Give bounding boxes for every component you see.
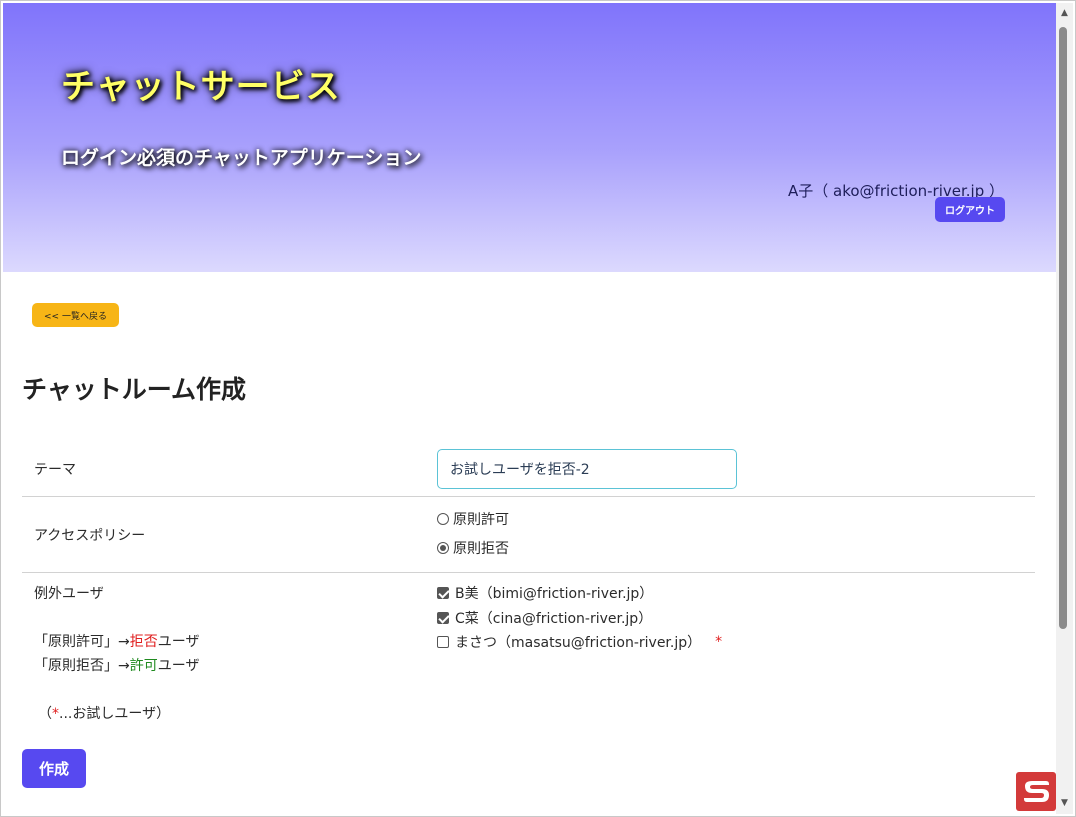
radio-allow[interactable] — [437, 513, 449, 525]
theme-label: テーマ — [34, 462, 76, 478]
allow-note: 「原則許可」→拒否ユーザ — [34, 631, 199, 651]
scrollbar-thumb[interactable] — [1059, 27, 1067, 629]
deny-note-suffix: ユーザ — [157, 658, 200, 674]
room-form: テーマ アクセスポリシー 原則許可 原則拒否 例外ユーザ 「原則許可」→拒否ユー… — [22, 437, 1035, 729]
trial-user-legend: （*...お試しユーザ） — [38, 703, 170, 723]
legend-text: ...お試しユーザ） — [59, 706, 171, 722]
allow-note-suffix: ユーザ — [157, 634, 200, 650]
scroll-down-icon[interactable]: ▼ — [1059, 798, 1070, 808]
back-to-list-button[interactable]: << 一覧へ戻る — [32, 303, 119, 327]
deny-note-highlight: 許可 — [129, 658, 158, 674]
allow-note-highlight: 拒否 — [129, 634, 158, 650]
exception-user-label: C菜（cina@friction-river.jp） — [455, 611, 653, 627]
deny-note: 「原則拒否」→許可ユーザ — [34, 655, 199, 675]
checkbox-masatsu[interactable] — [437, 636, 449, 648]
policy-option-allow[interactable]: 原則許可 — [437, 509, 509, 529]
exception-user-item[interactable]: C菜（cina@friction-river.jp） — [437, 608, 652, 628]
exception-user-item[interactable]: B美（bimi@friction-river.jp） — [437, 583, 653, 603]
checkbox-cina[interactable] — [437, 612, 449, 624]
site-title: チャットサービス — [61, 67, 341, 107]
page-title: チャットルーム作成 — [22, 375, 247, 404]
exception-users-label: 例外ユーザ — [34, 586, 104, 602]
create-button[interactable]: 作成 — [22, 749, 86, 788]
exception-user-label: まさつ（masatsu@friction-river.jp） — [455, 635, 702, 651]
exception-user-item[interactable]: まさつ（masatsu@friction-river.jp） * — [437, 632, 722, 652]
allow-note-prefix: 「原則許可」→ — [34, 634, 130, 650]
checkbox-bimi[interactable] — [437, 587, 449, 599]
access-policy-row: アクセスポリシー 原則許可 原則拒否 — [22, 497, 1035, 573]
page-header: チャットサービス ログイン必須のチャットアプリケーション A子（ ako@fri… — [3, 3, 1056, 272]
logout-button[interactable]: ログアウト — [935, 197, 1005, 222]
exception-users-row: 例外ユーザ 「原則許可」→拒否ユーザ 「原則拒否」→許可ユーザ （*...お試し… — [22, 573, 1035, 729]
exception-user-label: B美（bimi@friction-river.jp） — [455, 586, 654, 602]
theme-input[interactable] — [437, 449, 737, 489]
site-subtitle: ログイン必須のチャットアプリケーション — [61, 147, 422, 169]
theme-row: テーマ — [22, 437, 1035, 497]
policy-option-deny[interactable]: 原則拒否 — [437, 538, 509, 558]
access-policy-label: アクセスポリシー — [34, 528, 146, 544]
trial-user-mark: * — [715, 634, 723, 650]
radio-deny[interactable] — [437, 542, 449, 554]
deny-note-prefix: 「原則拒否」→ — [34, 658, 130, 674]
widget-logo-icon — [1024, 781, 1049, 802]
legend-mark: * — [52, 706, 59, 722]
scroll-up-icon[interactable]: ▲ — [1059, 8, 1070, 18]
app-widget-icon[interactable] — [1016, 772, 1056, 811]
legend-open: （ — [38, 706, 52, 722]
policy-option-deny-label: 原則拒否 — [453, 541, 509, 557]
policy-option-allow-label: 原則許可 — [453, 512, 509, 528]
